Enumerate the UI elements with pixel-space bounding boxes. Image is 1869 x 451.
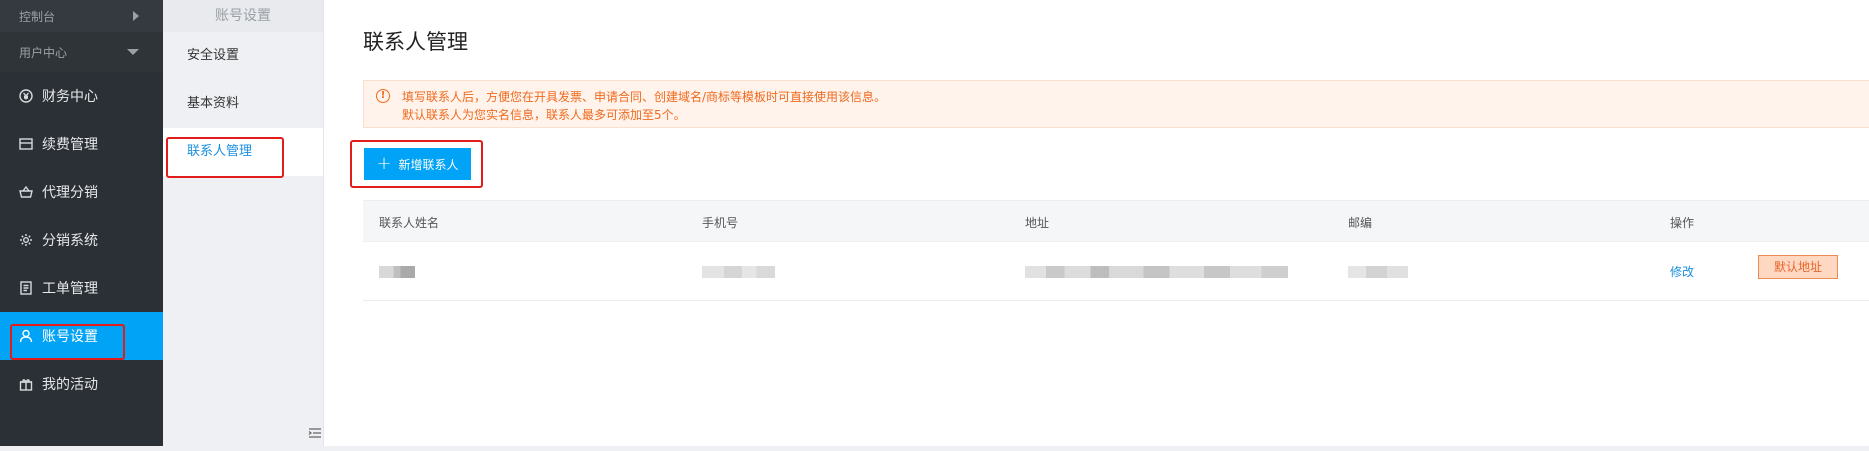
highlight-box-add-button xyxy=(350,140,483,188)
sidebar-user-center-label: 用户中心 xyxy=(19,45,68,60)
caret-down-icon xyxy=(127,49,139,55)
column-header-name: 联系人姓名 xyxy=(379,216,440,230)
sidebar-item-label: 财务中心 xyxy=(42,89,98,105)
blurred-zipcode-cell xyxy=(1348,266,1408,278)
table-header: 联系人姓名 手机号 地址 邮编 操作 xyxy=(363,200,1869,242)
sidebar-console-label: 控制台 xyxy=(19,9,56,24)
column-header-address: 地址 xyxy=(1025,216,1050,230)
sidebar-item-agent[interactable]: 代理分销 xyxy=(0,168,163,216)
notice-line-2: 默认联系人为您实名信息，联系人最多可添加至5个。 xyxy=(402,108,686,122)
notice-banner: ! 填写联系人后，方便您在开具发票、申请合同、创建域名/商标等模板时可直接使用该… xyxy=(363,80,1869,128)
edit-contact-link[interactable]: 修改 xyxy=(1670,263,1694,280)
gear-icon xyxy=(20,234,32,246)
column-header-actions: 操作 xyxy=(1670,216,1695,230)
sidebar-user-center[interactable]: 用户中心 xyxy=(0,32,163,72)
sidebar-item-finance[interactable]: 财务中心 xyxy=(0,72,163,120)
caret-right-icon xyxy=(133,11,139,21)
subnav-item-profile[interactable]: 基本资料 xyxy=(163,80,323,128)
yen-circle-icon xyxy=(19,89,33,103)
sidebar-item-activities[interactable]: 我的活动 xyxy=(0,360,163,408)
default-address-button[interactable]: 默认地址 xyxy=(1758,255,1838,279)
highlight-box-account-settings xyxy=(10,324,125,360)
account-subnav: 账号设置 安全设置 基本资料 联系人管理 xyxy=(163,0,324,446)
collapse-menu-icon[interactable] xyxy=(308,426,322,440)
subnav-item-security[interactable]: 安全设置 xyxy=(163,32,323,80)
highlight-box-contacts xyxy=(166,137,284,178)
notice-line-1: 填写联系人后，方便您在开具发票、申请合同、创建域名/商标等模板时可直接使用该信息… xyxy=(402,90,887,104)
blurred-phone-cell xyxy=(702,266,775,278)
main-content: 联系人管理 ! 填写联系人后，方便您在开具发票、申请合同、创建域名/商标等模板时… xyxy=(324,0,1869,446)
sidebar-item-renewal[interactable]: 续费管理 xyxy=(0,120,163,168)
sidebar-item-label: 分销系统 xyxy=(42,233,98,249)
page-bottom-border xyxy=(0,446,1869,451)
sidebar-item-label: 我的活动 xyxy=(42,377,98,393)
column-header-phone: 手机号 xyxy=(702,216,739,230)
sidebar-console[interactable]: 控制台 xyxy=(0,0,163,32)
sidebar-item-distribution[interactable]: 分销系统 xyxy=(0,216,163,264)
gift-icon xyxy=(19,379,33,391)
sidebar-item-label: 续费管理 xyxy=(42,137,98,153)
warning-icon: ! xyxy=(376,89,390,103)
subnav-heading: 账号设置 xyxy=(163,0,323,32)
sidebar-item-tickets[interactable]: 工单管理 xyxy=(0,264,163,312)
basket-icon xyxy=(19,185,33,198)
column-header-zipcode: 邮编 xyxy=(1348,216,1373,230)
blurred-name-cell xyxy=(379,266,415,278)
list-box-icon xyxy=(19,138,33,150)
page-title: 联系人管理 xyxy=(363,30,468,54)
main-sidebar: 控制台 用户中心 财务中心 续费管理 代理分销 分销系统 工单管理 账号设置 我… xyxy=(0,0,163,446)
blurred-address-cell xyxy=(1025,266,1288,278)
table-row: 修改 默认地址 xyxy=(363,242,1869,301)
document-icon xyxy=(20,281,32,295)
sidebar-item-label: 代理分销 xyxy=(42,185,98,201)
contacts-table: 联系人姓名 手机号 地址 邮编 操作 修改 默认地址 xyxy=(363,200,1869,301)
sidebar-item-label: 工单管理 xyxy=(42,281,98,297)
